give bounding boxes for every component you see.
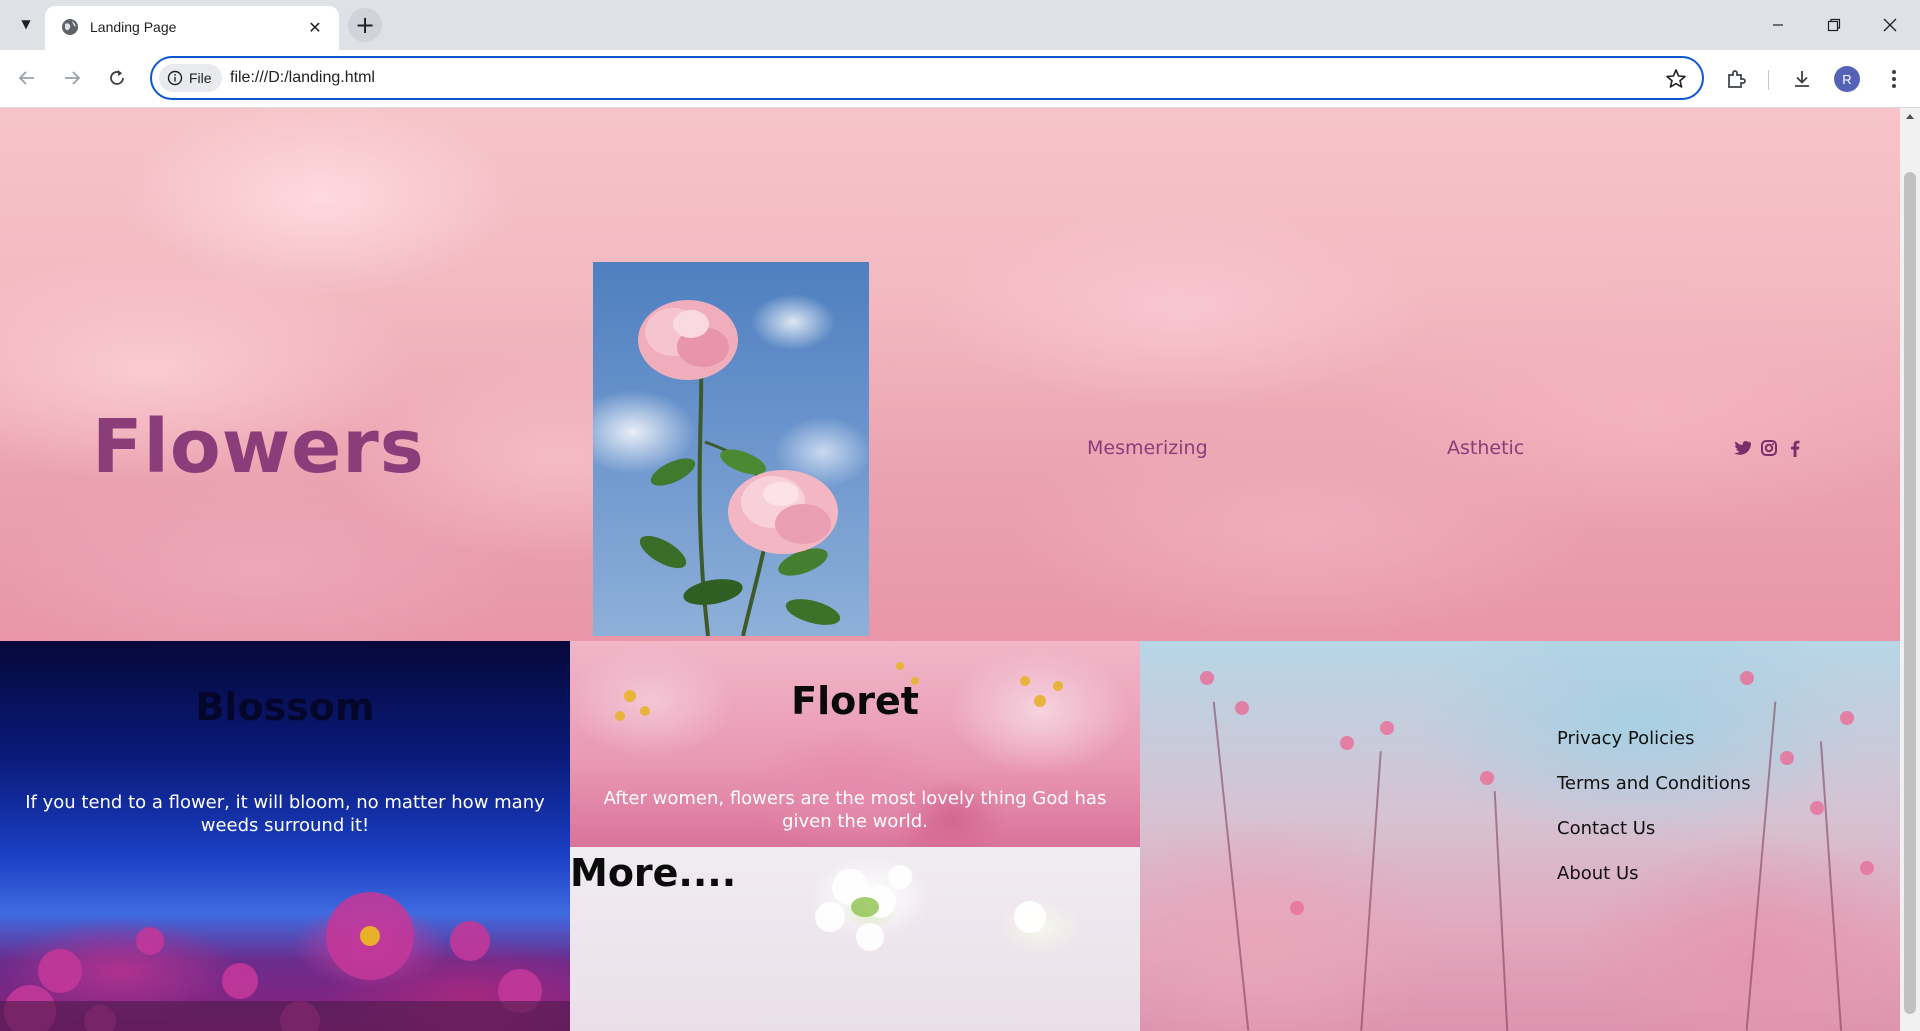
instagram-icon[interactable] xyxy=(1760,439,1778,457)
social-links xyxy=(1734,439,1804,457)
blossom-quote: If you tend to a flower, it will bloom, … xyxy=(25,792,545,836)
tab-strip: ▼ Landing Page ✕ + xyxy=(0,0,1920,50)
hero-section: Flowers Mesmerizing Asthetic xyxy=(0,108,1900,641)
avatar[interactable]: R xyxy=(1834,66,1860,92)
forward-icon[interactable] xyxy=(57,63,87,93)
browser-toolbar: File file:///D:/landing.html R xyxy=(0,50,1920,108)
close-icon[interactable]: ✕ xyxy=(303,15,327,39)
globe-icon xyxy=(62,19,78,35)
more-title[interactable]: More.... xyxy=(570,851,736,895)
window-close-icon[interactable] xyxy=(1870,10,1910,40)
back-icon[interactable] xyxy=(12,63,42,93)
footer-link-about[interactable]: About Us xyxy=(1557,862,1751,886)
footer-link-privacy[interactable]: Privacy Policies xyxy=(1557,727,1751,751)
toolbar-divider xyxy=(1768,70,1769,90)
floret-title: Floret xyxy=(791,679,919,723)
file-chip-label: File xyxy=(189,70,212,86)
scroll-up-arrow-icon[interactable] xyxy=(1906,114,1914,119)
nav-link-asthetic[interactable]: Asthetic xyxy=(1447,437,1524,459)
facebook-icon[interactable] xyxy=(1786,439,1804,457)
blossom-title: Blossom xyxy=(195,685,375,729)
footer-section: Privacy Policies Terms and Conditions Co… xyxy=(1140,641,1900,1031)
kebab-menu-icon[interactable] xyxy=(1880,65,1908,93)
floret-quote: After women, flowers are the most lovely… xyxy=(603,788,1107,832)
restore-icon[interactable] xyxy=(1814,10,1854,40)
footer-link-terms[interactable]: Terms and Conditions xyxy=(1557,772,1751,796)
rose-photo xyxy=(593,262,869,636)
scrollbar-thumb[interactable] xyxy=(1904,172,1916,1014)
url-text[interactable]: file:///D:/landing.html xyxy=(230,69,375,87)
info-icon xyxy=(167,70,183,86)
tab-search-icon[interactable]: ▼ xyxy=(12,10,40,38)
footer-links: Privacy Policies Terms and Conditions Co… xyxy=(1557,727,1751,907)
page-title: Flowers xyxy=(92,404,425,490)
tab-landing-page[interactable]: Landing Page ✕ xyxy=(45,6,339,50)
more-card[interactable]: More.... xyxy=(570,847,1140,1031)
blossom-card: Blossom If you tend to a flower, it will… xyxy=(0,641,570,1031)
minimize-icon[interactable] xyxy=(1758,10,1798,40)
nav-link-mesmerizing[interactable]: Mesmerizing xyxy=(1087,437,1208,459)
floret-card: Floret After women, flowers are the most… xyxy=(570,641,1140,847)
new-tab-button[interactable]: + xyxy=(348,8,382,42)
vertical-scrollbar[interactable] xyxy=(1900,108,1920,1031)
address-bar[interactable]: File file:///D:/landing.html xyxy=(150,56,1704,100)
extensions-icon[interactable] xyxy=(1722,65,1750,93)
page-viewport: Flowers Mesmerizing Asthetic Blossom If … xyxy=(0,108,1920,1031)
site-info-chip[interactable]: File xyxy=(159,64,222,92)
star-icon[interactable] xyxy=(1664,67,1688,91)
footer-link-contact[interactable]: Contact Us xyxy=(1557,817,1751,841)
download-icon[interactable] xyxy=(1788,65,1816,93)
tab-title: Landing Page xyxy=(90,19,177,35)
twitter-icon[interactable] xyxy=(1734,439,1752,457)
reload-icon[interactable] xyxy=(102,63,132,93)
